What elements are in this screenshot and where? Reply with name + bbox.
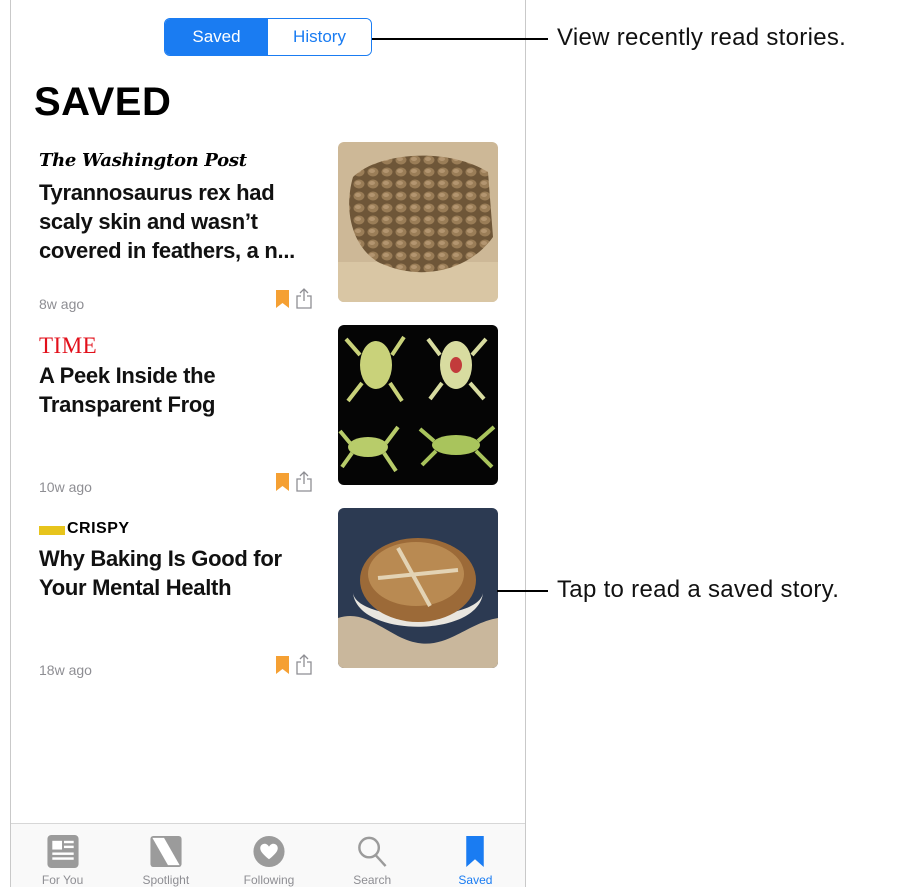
page-title: SAVED (34, 80, 172, 124)
article-card[interactable]: CRISPY Why Baking Is Good for Your Menta… (11, 508, 525, 686)
tab-bar: For You Spotlight Following Search Saved (11, 823, 525, 887)
tab-label: Following (243, 873, 295, 887)
share-icon[interactable] (296, 471, 312, 492)
saved-history-segmented-control: Saved History (164, 18, 372, 56)
article-headline[interactable]: Tyrannosaurus rex had scaly skin and was… (39, 178, 307, 265)
source-logo: CRISPY (39, 516, 130, 542)
newspaper-icon (47, 834, 79, 869)
bookmark-icon (466, 835, 485, 868)
bookmark-icon[interactable] (276, 656, 289, 674)
article-card[interactable]: TIME A Peek Inside the Transparent Frog … (11, 325, 525, 503)
callout-history: View recently read stories. (557, 24, 847, 51)
segment-saved[interactable]: Saved (165, 19, 268, 55)
article-time: 18w ago (39, 662, 92, 678)
article-time: 10w ago (39, 479, 92, 495)
search-icon (358, 836, 387, 867)
source-logo: The Washington Post (39, 150, 247, 171)
tab-spotlight[interactable]: Spotlight (114, 824, 217, 887)
tab-label: Spotlight (142, 873, 190, 887)
callout-line (372, 38, 548, 40)
article-headline[interactable]: Why Baking Is Good for Your Mental Healt… (39, 544, 307, 602)
segment-history[interactable]: History (268, 19, 371, 55)
article-thumbnail[interactable] (338, 142, 498, 302)
phone-screen: Saved History SAVED The Washington Post … (10, 0, 526, 887)
callout-saved-story: Tap to read a saved story. (557, 576, 840, 603)
tab-label: For You (41, 873, 84, 887)
article-headline[interactable]: A Peek Inside the Transparent Frog (39, 361, 307, 419)
tab-for-you[interactable]: For You (11, 824, 114, 887)
source-logo-mark (39, 525, 65, 535)
heart-icon (253, 835, 285, 868)
share-icon[interactable] (296, 654, 312, 675)
tab-saved[interactable]: Saved (424, 824, 525, 887)
tab-label: Search (353, 873, 392, 887)
article-time: 8w ago (39, 296, 85, 312)
callout-line (497, 590, 548, 592)
article-card[interactable]: The Washington Post Tyrannosaurus rex ha… (11, 142, 525, 320)
source-logo: TIME (39, 333, 98, 358)
share-icon[interactable] (296, 288, 312, 309)
spotlight-icon (150, 835, 182, 868)
bookmark-icon[interactable] (276, 290, 289, 308)
tab-following[interactable]: Following (217, 824, 320, 887)
tab-search[interactable]: Search (321, 824, 424, 887)
bookmark-icon[interactable] (276, 473, 289, 491)
article-thumbnail[interactable] (338, 508, 498, 668)
source-name: CRISPY (67, 520, 130, 537)
tab-label: Saved (458, 873, 493, 887)
article-thumbnail[interactable] (338, 325, 498, 485)
